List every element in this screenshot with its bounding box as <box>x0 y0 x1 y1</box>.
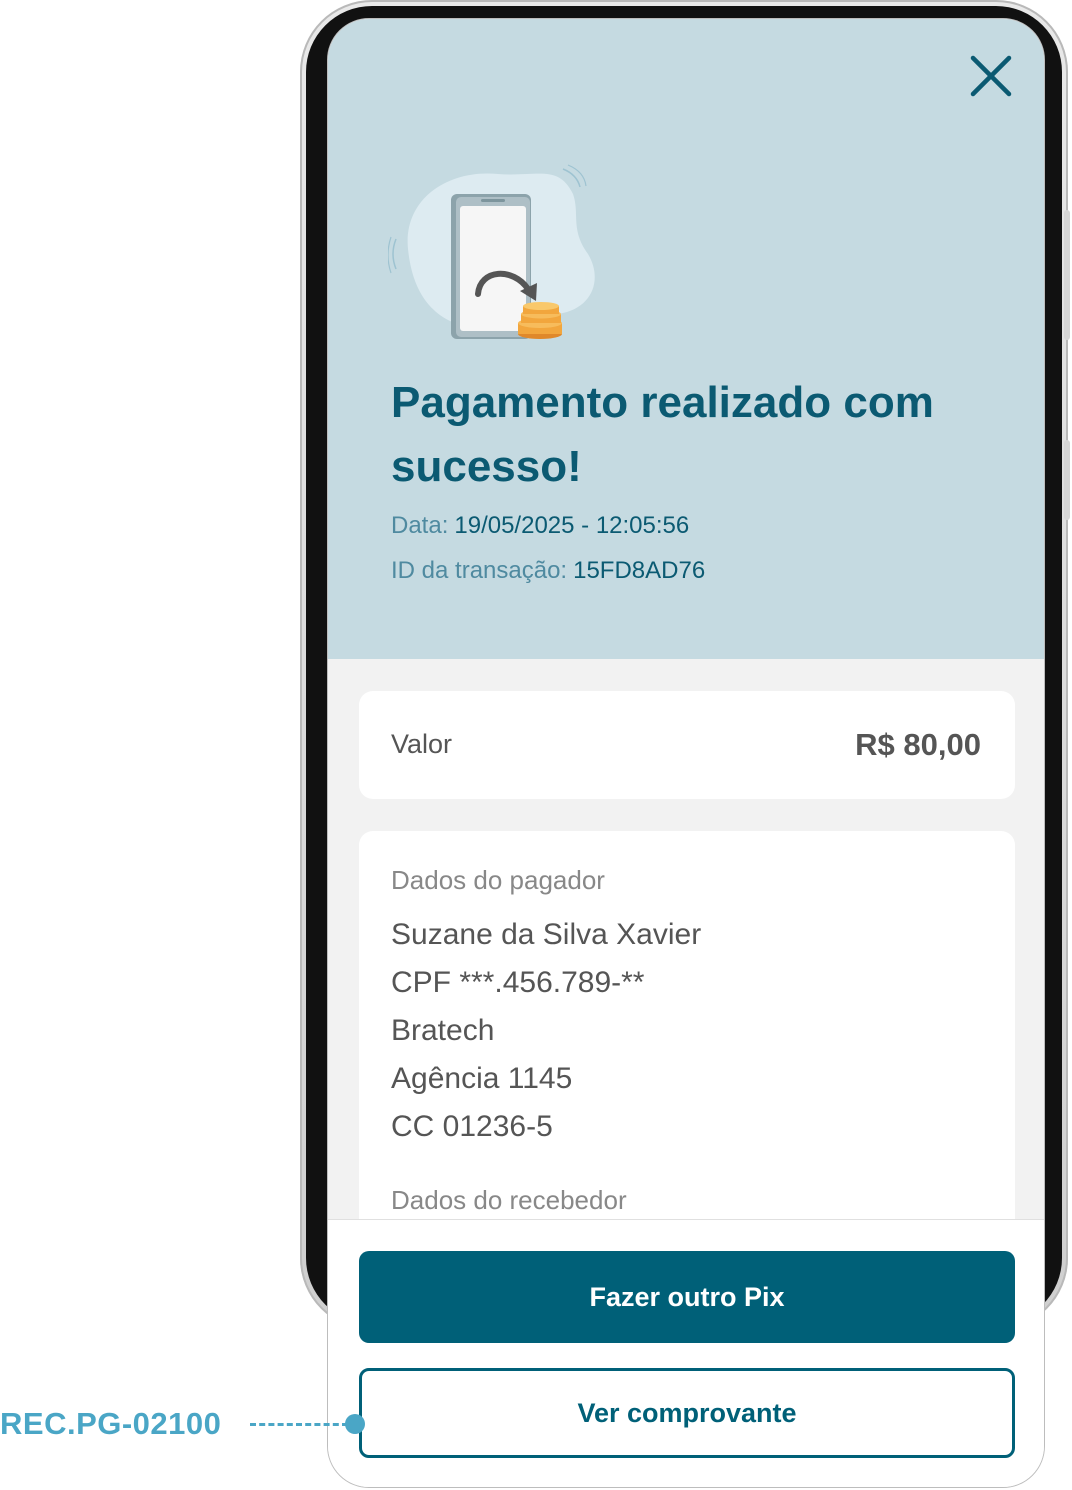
annotation-code: REC.PG-02100 <box>0 1406 222 1441</box>
phone-payment-coins-illustration <box>387 159 608 349</box>
payer-cpf: CPF ***.456.789-** <box>391 966 645 999</box>
payer-account: CC 01236-5 <box>391 1110 553 1143</box>
annotation-dot <box>345 1414 365 1434</box>
payer-agency: Agência 1145 <box>391 1062 573 1095</box>
success-header: Pagamento realizado com sucesso! Data: 19… <box>328 19 1044 659</box>
view-receipt-button[interactable]: Ver comprovante <box>359 1368 1015 1458</box>
phone-screen: Pagamento realizado com sucesso! Data: 19… <box>327 18 1045 1488</box>
power-button <box>1064 440 1070 520</box>
amount-card: Valor R$ 80,00 <box>359 691 1015 799</box>
amount-label: Valor <box>391 729 453 759</box>
date-value: 19/05/2025 - 12:05:56 <box>454 512 690 539</box>
receiver-section-label: Dados do recebedor <box>391 1185 627 1215</box>
page-title: Pagamento realizado com sucesso! <box>391 378 934 491</box>
new-pix-button[interactable]: Fazer outro Pix <box>359 1251 1015 1343</box>
transaction-id-label: ID da transação: <box>391 557 568 584</box>
close-icon <box>970 55 1012 97</box>
action-footer: Fazer outro Pix Ver comprovante <box>328 1219 1044 1487</box>
transaction-id-value: 15FD8AD76 <box>573 557 706 584</box>
payer-name: Suzane da Silva Xavier <box>391 918 702 951</box>
close-button[interactable] <box>968 53 1014 99</box>
volume-button <box>1064 210 1070 340</box>
annotation-connector <box>250 1423 348 1426</box>
transaction-date: Data: 19/05/2025 - 12:05:56 <box>391 512 689 540</box>
stage: Pagamento realizado com sucesso! Data: 19… <box>0 0 1072 1490</box>
payer-section-label: Dados do pagador <box>391 865 605 895</box>
transaction-id: ID da transação: 15FD8AD76 <box>391 557 705 585</box>
amount-value: R$ 80,00 <box>855 727 981 762</box>
payer-bank: Bratech <box>391 1014 495 1047</box>
date-label: Data: <box>391 512 449 539</box>
